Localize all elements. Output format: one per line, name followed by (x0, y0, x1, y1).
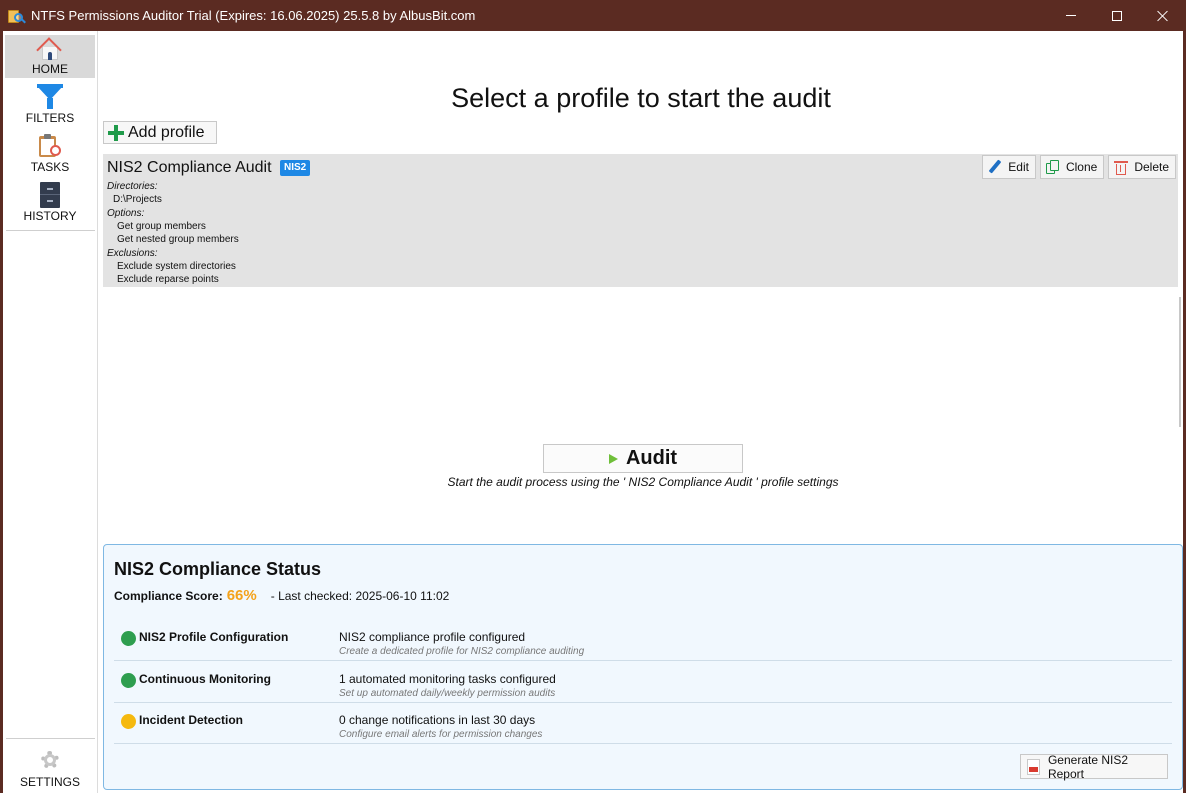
exclusion-item: Exclude reparse points (117, 274, 219, 285)
audit-button[interactable]: Audit (543, 444, 743, 473)
status-row-value: 1 automated monitoring tasks configured (339, 672, 556, 686)
status-row-name: NIS2 Profile Configuration (139, 630, 289, 644)
compliance-status-title: NIS2 Compliance Status (114, 559, 322, 579)
maximize-icon (1112, 10, 1122, 21)
page-title: Select a profile to start the audit (451, 83, 831, 113)
exclusion-item: Exclude system directories (117, 261, 236, 272)
add-profile-button[interactable]: Add profile (103, 121, 217, 144)
clone-label: Clone (1065, 160, 1098, 174)
sidebar-item-tasks[interactable]: TASKS (5, 133, 95, 176)
clone-icon (1045, 159, 1060, 175)
sidebar-item-home[interactable]: HOME (5, 35, 95, 78)
sidebar-item-label: HISTORY (23, 209, 77, 223)
status-warning-icon (121, 714, 136, 729)
title-bar: NTFS Permissions Auditor Trial (Expires:… (0, 0, 1186, 31)
sidebar-item-settings[interactable]: SETTINGS (5, 743, 95, 789)
status-ok-icon (121, 673, 136, 688)
sidebar-divider (6, 230, 95, 231)
option-item: Get nested group members (117, 234, 239, 245)
status-row-name: Continuous Monitoring (139, 672, 271, 686)
maximize-button[interactable] (1094, 0, 1140, 31)
trash-icon (1114, 160, 1129, 175)
sidebar-item-label: FILTERS (25, 111, 75, 125)
main-content: Select a profile to start the audit Add … (99, 31, 1183, 793)
filter-icon (37, 84, 63, 110)
sidebar-item-filters[interactable]: FILTERS (5, 84, 95, 127)
sidebar-item-label: SETTINGS (19, 775, 80, 789)
generate-report-label: Generate NIS2 Report (1047, 752, 1129, 781)
pencil-icon (988, 160, 1002, 174)
status-row: Continuous Monitoring 1 automated monito… (114, 661, 1172, 703)
app-icon (8, 8, 26, 24)
scrollbar[interactable] (1179, 297, 1181, 427)
compliance-score-line: Compliance Score: 66% - Last checked: 20… (114, 587, 449, 604)
exclusions-label: Exclusions: (107, 248, 158, 259)
sidebar-item-label: HOME (32, 62, 68, 76)
sidebar-item-history[interactable]: HISTORY (5, 182, 95, 225)
close-icon (1157, 10, 1169, 22)
audit-label: Audit (625, 447, 678, 469)
close-button[interactable] (1140, 0, 1186, 31)
directories-label: Directories: (107, 181, 158, 192)
generate-report-button[interactable]: Generate NIS2 Report (1020, 752, 1168, 781)
tasks-icon (36, 133, 64, 159)
options-label: Options: (107, 208, 145, 219)
compliance-score-label: Compliance Score: (114, 589, 223, 603)
status-row: NIS2 Profile Configuration NIS2 complian… (114, 619, 1172, 661)
minimize-button[interactable] (1048, 0, 1094, 31)
compliance-score-value: 66% (226, 587, 257, 604)
profile-name: NIS2 Compliance Audit (107, 159, 272, 176)
gear-icon (38, 748, 62, 772)
last-checked: - Last checked: 2025-06-10 11:02 (270, 589, 450, 603)
pdf-icon (1027, 758, 1040, 775)
profile-card[interactable]: NIS2 Compliance Audit NIS2 Directories: … (103, 154, 1178, 287)
minimize-icon (1066, 15, 1076, 16)
edit-button[interactable]: Edit (982, 155, 1036, 179)
delete-button[interactable]: Delete (1108, 155, 1176, 179)
delete-label: Delete (1134, 160, 1169, 174)
audit-hint: Start the audit process using the ' NIS2… (447, 475, 839, 489)
status-row-name: Incident Detection (139, 713, 244, 727)
history-icon (36, 182, 64, 208)
status-ok-icon (121, 631, 136, 646)
sidebar: HOME FILTERS TASKS HISTORY SETTINGS (3, 31, 98, 793)
home-icon (36, 35, 64, 63)
compliance-status-panel: NIS2 Compliance Status Compliance Score:… (103, 544, 1183, 790)
sidebar-item-label: TASKS (30, 160, 70, 174)
edit-label: Edit (1008, 160, 1029, 174)
status-row-hint: Configure email alerts for permission ch… (339, 729, 543, 740)
add-profile-label: Add profile (128, 123, 205, 141)
status-row-hint: Create a dedicated profile for NIS2 comp… (339, 646, 585, 657)
status-row-value: NIS2 compliance profile configured (339, 630, 526, 644)
play-icon (608, 453, 618, 464)
window-title: NTFS Permissions Auditor Trial (Expires:… (31, 8, 476, 23)
status-row: Incident Detection 0 change notification… (114, 702, 1172, 744)
directory-item: D:\Projects (113, 194, 162, 205)
profile-badge: NIS2 (280, 160, 311, 176)
status-row-value: 0 change notifications in last 30 days (339, 713, 536, 727)
status-row-hint: Set up automated daily/weekly permission… (339, 688, 556, 699)
option-item: Get group members (117, 221, 206, 232)
plus-icon (108, 124, 124, 141)
clone-button[interactable]: Clone (1039, 155, 1105, 179)
sidebar-divider (6, 738, 95, 739)
